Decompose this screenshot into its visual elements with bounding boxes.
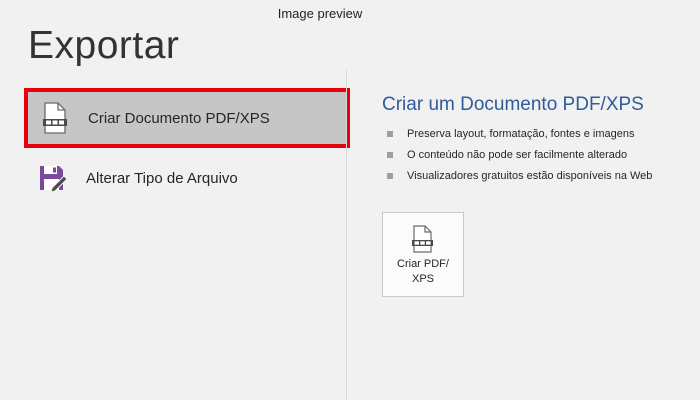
bullet-square-icon — [387, 152, 393, 158]
create-pdf-xps-button-label: Criar PDF/ XPS — [397, 258, 449, 285]
list-item: Preserva layout, formatação, fontes e im… — [382, 128, 692, 149]
export-options-panel: Criar Documento PDF/XPS Alterar Tipo de … — [24, 88, 350, 208]
create-pdf-xps-button[interactable]: Criar PDF/ XPS — [382, 212, 464, 297]
window-title: Image preview — [277, 6, 363, 21]
create-pdf-details-panel: Criar um Documento PDF/XPS Preserva layo… — [382, 94, 692, 297]
list-item: O conteúdo não pode ser facilmente alter… — [382, 149, 692, 170]
list-item: Visualizadores gratuitos estão disponíve… — [382, 170, 692, 191]
feature-list: Preserva layout, formatação, fontes e im… — [382, 128, 692, 191]
section-title: Criar um Documento PDF/XPS — [382, 94, 644, 115]
save-as-file-type-icon — [38, 161, 68, 195]
panel-divider — [346, 70, 347, 400]
bullet-square-icon — [387, 173, 393, 179]
create-pdf-xps-label: Criar Documento PDF/XPS — [88, 109, 270, 127]
pdf-document-icon — [411, 225, 435, 253]
page-title: Exportar — [28, 24, 180, 67]
bullet-square-icon — [387, 131, 393, 137]
pdf-document-icon — [40, 101, 70, 135]
change-file-type-option[interactable]: Alterar Tipo de Arquivo — [24, 148, 350, 208]
create-pdf-xps-option[interactable]: Criar Documento PDF/XPS — [24, 88, 350, 148]
change-file-type-label: Alterar Tipo de Arquivo — [86, 169, 238, 187]
